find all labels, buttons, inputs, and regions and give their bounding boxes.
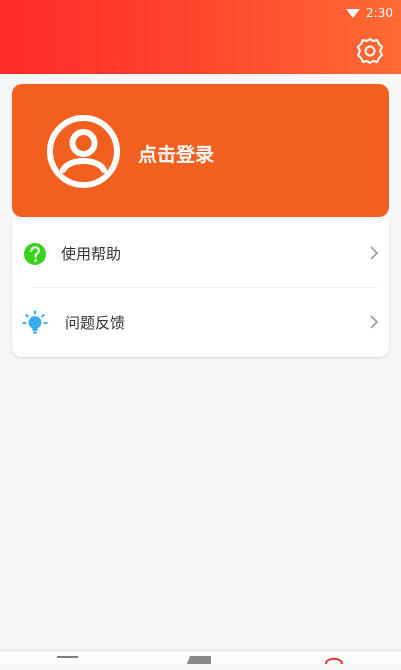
status-time: 2:30 [366, 6, 393, 20]
help-icon [24, 243, 46, 265]
gear-icon[interactable] [355, 36, 385, 66]
menu-item-help[interactable]: 使用帮助 [12, 219, 389, 288]
login-card[interactable]: 点击登录 [12, 84, 389, 217]
bottom-navigation-bar [0, 650, 401, 665]
menu-item-label: 问题反馈 [65, 314, 126, 332]
menu-item-label: 使用帮助 [61, 245, 122, 263]
profile-icon[interactable] [325, 657, 343, 665]
menu-card: 使用帮助 问题反馈 [12, 219, 389, 357]
login-label[interactable]: 点击登录 [138, 140, 214, 167]
status-bar: 2:30 [346, 4, 393, 22]
wifi-icon [346, 9, 361, 18]
avatar-icon [47, 115, 120, 188]
tag-icon[interactable] [187, 656, 211, 664]
app-header: 2:30 [0, 0, 401, 74]
chevron-right-icon [370, 246, 379, 260]
menu-item-feedback[interactable]: 问题反馈 [12, 288, 389, 357]
chevron-right-icon [370, 315, 379, 329]
lightbulb-icon [22, 310, 48, 334]
